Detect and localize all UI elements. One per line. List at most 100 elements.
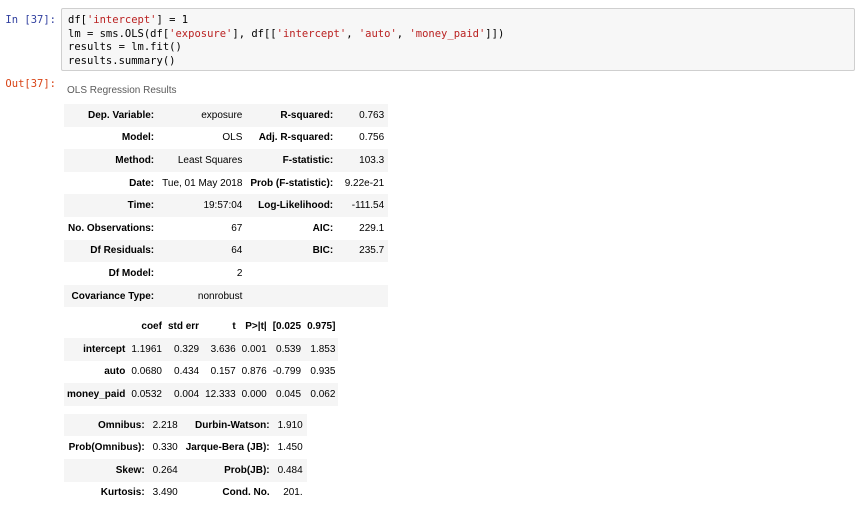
table-value: 235.7 <box>359 245 385 257</box>
table-label: BIC: <box>312 245 334 257</box>
table-label: Model: <box>121 132 155 144</box>
table-cell: 0.0680 <box>131 366 162 378</box>
table-value <box>337 285 388 308</box>
coefficient-table: coef std err t P>|t| [0.025 0.975] inter… <box>64 315 339 406</box>
table-value: 0.330 <box>152 442 178 454</box>
column-header: P>|t| <box>245 321 267 333</box>
row-label: money_paid <box>67 388 126 400</box>
table-label: Prob(JB): <box>224 464 270 476</box>
table-row: Method: Least Squares F-statistic: 103.3 <box>64 149 389 172</box>
table-row: Time: 19:57:04 Log-Likelihood: -111.54 <box>64 194 389 217</box>
table-label: Kurtosis: <box>100 487 145 499</box>
output-prompt: Out[37]: <box>5 78 56 90</box>
table-value: 67 <box>231 222 243 234</box>
table-header-row: coef std err t P>|t| [0.025 0.975] <box>64 315 339 338</box>
table-label: No. Observations: <box>68 222 155 234</box>
table-value: exposure <box>201 109 243 121</box>
code-line-3: results = lm.fit() <box>68 41 182 53</box>
table-row: Covariance Type: nonrobust <box>64 284 389 308</box>
code-line-2: lm = sms.OLS(df['exposure'], df[['interc… <box>68 27 505 40</box>
table-value: 201. <box>283 487 303 499</box>
table-label: Df Residuals: <box>90 245 155 257</box>
table-cell: 3.636 <box>210 343 236 355</box>
row-label: intercept <box>83 343 126 355</box>
table-row: Df Residuals: 64 BIC: 235.7 <box>64 239 389 263</box>
code-cell[interactable]: df['intercept'] = 1 lm = sms.OLS(df['exp… <box>61 8 855 71</box>
column-header: std err <box>167 321 200 333</box>
table-label: Log-Likelihood: <box>258 200 334 212</box>
table-value: 2 <box>236 267 243 279</box>
table-label <box>246 285 337 308</box>
table-label: F-statistic: <box>282 154 334 166</box>
column-header: 0.975] <box>307 321 336 333</box>
summary-top-table: Dep. Variable: exposure R-squared: 0.763… <box>64 104 389 308</box>
table-value: 103.3 <box>359 154 385 166</box>
table-row: Model: OLS Adj. R-squared: 0.756 <box>64 127 388 150</box>
table-label: Cond. No. <box>222 487 270 499</box>
table-cell: 0.0532 <box>131 388 162 400</box>
table-value: 2.218 <box>152 419 178 431</box>
table-cell: 0.004 <box>174 388 200 400</box>
table-row: intercept 1.1961 0.329 3.636 0.001 0.539… <box>64 337 339 361</box>
table-value: 1.910 <box>277 419 303 431</box>
table-cell: 1.1961 <box>131 343 162 355</box>
table-cell: 12.333 <box>205 388 236 400</box>
table-label: Date: <box>129 177 155 189</box>
table-label: Jarque-Bera (JB): <box>185 442 270 454</box>
table-label: Adj. R-squared: <box>258 132 334 144</box>
table-label: Time: <box>127 200 155 212</box>
table-value <box>337 262 388 285</box>
table-cell: 0.001 <box>241 343 267 355</box>
table-row: Skew: 0.264 Prob(JB): 0.484 <box>64 458 307 482</box>
table-cell: 0.539 <box>276 343 302 355</box>
table-value: -111.54 <box>351 200 385 212</box>
table-value: 229.1 <box>359 222 385 234</box>
table-value: nonrobust <box>197 290 243 302</box>
table-value: 0.756 <box>359 132 385 144</box>
table-value: 0.763 <box>359 109 385 121</box>
table-label: Durbin-Watson: <box>195 419 270 431</box>
table-value: Tue, 01 May 2018 <box>162 177 243 189</box>
table-value: 0.484 <box>277 464 303 476</box>
code-line-4: results.summary() <box>68 54 176 67</box>
column-header: [0.025 <box>272 321 302 333</box>
table-cell: 0.876 <box>241 366 267 378</box>
table-value: 1.450 <box>277 442 303 454</box>
table-value: 3.490 <box>152 487 178 499</box>
table-label: AIC: <box>312 222 334 234</box>
column-header: coef <box>141 321 162 333</box>
code-line-1: df['intercept'] = 1 <box>68 14 189 26</box>
table-label: Prob (F-statistic): <box>250 177 334 189</box>
table-label: Covariance Type: <box>71 290 155 302</box>
table-row: Omnibus: 2.218 Durbin-Watson: 1.910 <box>64 413 307 437</box>
table-value: 0.264 <box>152 464 178 476</box>
table-row: No. Observations: 67 AIC: 229.1 <box>64 217 388 240</box>
table-label: Df Model: <box>108 267 155 279</box>
summary-caption: OLS Regression Results <box>67 85 177 96</box>
table-label: Prob(Omnibus): <box>68 442 145 454</box>
table-row: money_paid 0.0532 0.004 12.333 0.000 0.0… <box>64 383 339 406</box>
table-value: 9.22e-21 <box>344 177 385 189</box>
table-value: 64 <box>231 245 243 257</box>
table-value: Least Squares <box>177 154 243 166</box>
table-value: OLS <box>222 132 243 144</box>
table-cell: 0.045 <box>276 388 302 400</box>
table-row: Df Model: 2 <box>64 262 388 285</box>
table-cell: 0.157 <box>210 366 236 378</box>
table-label: Dep. Variable: <box>88 109 155 121</box>
table-cell: 0.329 <box>174 343 200 355</box>
table-row: auto 0.0680 0.434 0.157 0.876 -0.799 0.9… <box>64 360 339 384</box>
column-header: t <box>232 321 236 333</box>
output-area: OLS Regression Results Dep. Variable: ex… <box>64 80 389 512</box>
diagnostics-table: Omnibus: 2.218 Durbin-Watson: 1.910 Prob… <box>64 413 307 505</box>
table-label: Skew: <box>115 464 145 476</box>
table-cell: 0.000 <box>241 388 267 400</box>
table-row: Date: Tue, 01 May 2018 Prob (F-statistic… <box>64 172 388 195</box>
table-cell: 0.062 <box>310 388 336 400</box>
table-value: 19:57:04 <box>203 200 243 212</box>
table-row: Prob(Omnibus): 0.330 Jarque-Bera (JB): 1… <box>64 436 307 459</box>
table-label: R-squared: <box>280 109 334 121</box>
table-cell: -0.799 <box>272 366 302 378</box>
input-prompt: In [37]: <box>5 14 56 26</box>
table-row: Kurtosis: 3.490 Cond. No. 201. <box>64 482 307 505</box>
